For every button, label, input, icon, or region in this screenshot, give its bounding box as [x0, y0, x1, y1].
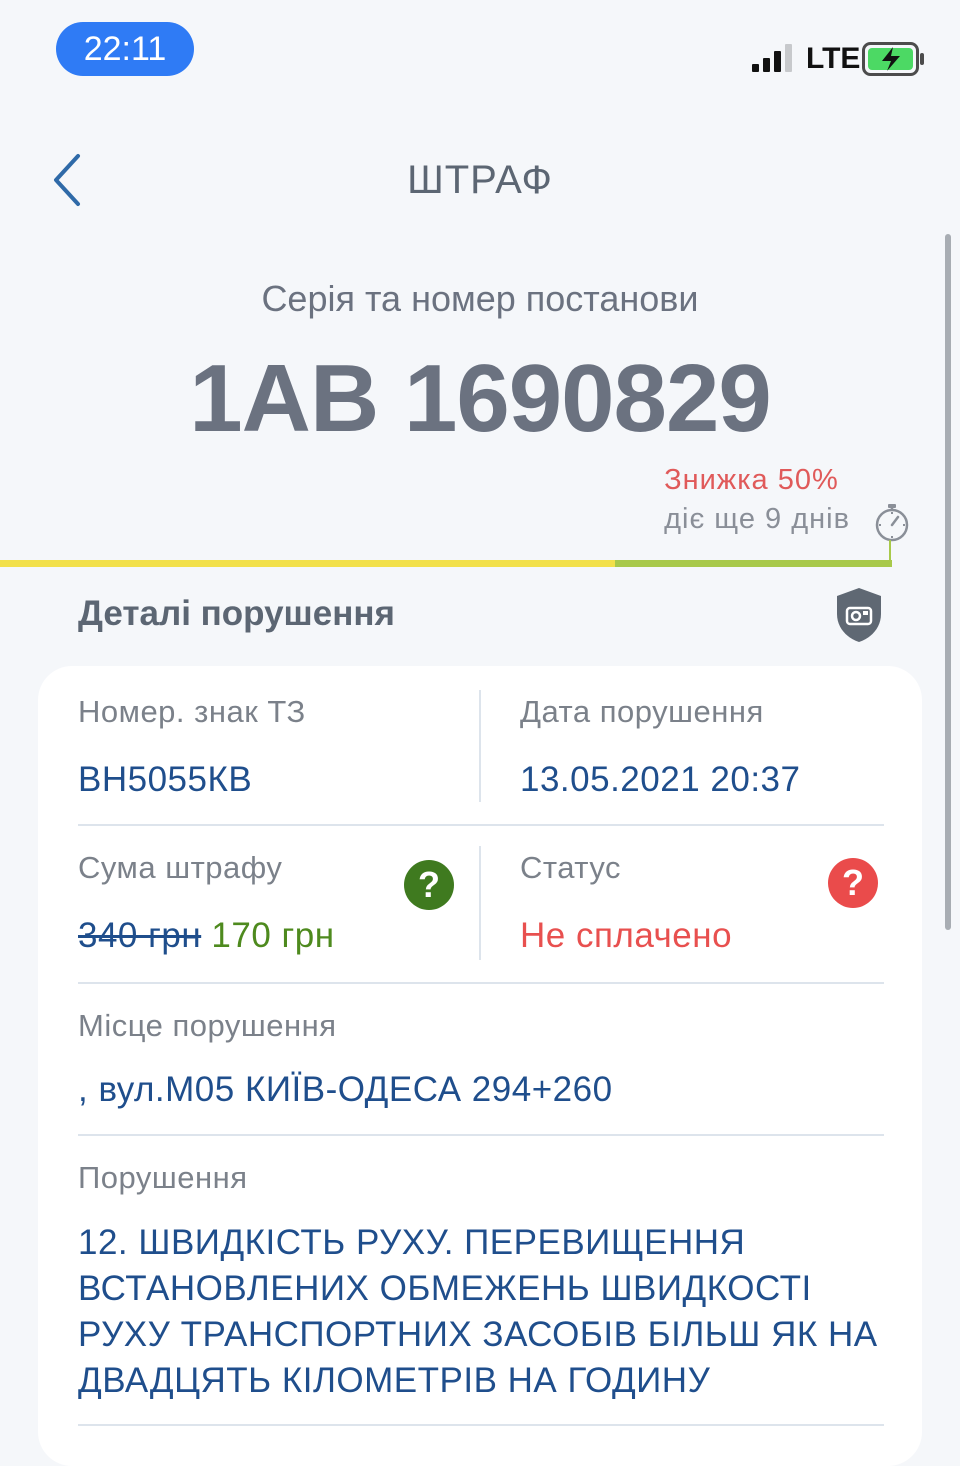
status-bar: 22:11 LTE — [0, 0, 960, 100]
location-label: Місце порушення — [78, 1008, 337, 1043]
violation-value: 12. ШВИДКІСТЬ РУХУ. ПЕРЕВИЩЕННЯ ВСТАНОВЛ… — [78, 1223, 878, 1400]
fine-new-price: 170 грн — [211, 916, 335, 955]
plate-value: ВН5055КВ — [78, 760, 253, 799]
stopwatch-icon — [875, 504, 909, 542]
fine-help-icon[interactable]: ? — [404, 860, 454, 910]
signal-icon — [752, 44, 792, 72]
details-card: Номер. знак ТЗ ВН5055КВ Дата порушення 1… — [38, 666, 922, 1466]
plate-label: Номер. знак ТЗ — [78, 694, 306, 729]
violation-label: Порушення — [78, 1160, 248, 1195]
fine-amount: 340 грн 170 грн — [78, 916, 335, 956]
nav-bar: ШТРАФ — [0, 120, 960, 240]
fine-old-price: 340 грн — [78, 916, 202, 955]
location-value: , вул.М05 КИЇВ-ОДЕСА 294+260 — [78, 1070, 613, 1109]
series-label: Серія та номер постанови — [261, 278, 699, 319]
section-title: Деталі порушення — [78, 594, 395, 633]
date-label: Дата порушення — [520, 694, 764, 729]
discount-progress-fill — [0, 560, 616, 567]
row-divider — [78, 1424, 884, 1426]
camera-shield-icon[interactable] — [834, 586, 884, 644]
series-number: 1AB 1690829 — [189, 345, 771, 452]
column-divider — [479, 846, 481, 960]
fine-label: Сума штрафу — [78, 850, 283, 885]
discount-progress-bar — [0, 560, 892, 567]
date-value: 13.05.2021 20:37 — [520, 760, 801, 799]
status-help-icon[interactable]: ? — [828, 858, 878, 908]
network-type: LTE — [806, 42, 861, 75]
status-time: 22:11 — [56, 22, 194, 76]
row-divider — [78, 1134, 884, 1136]
row-divider — [78, 982, 884, 984]
discount-info: Знижка 50% діє ще 9 днів — [664, 464, 850, 536]
battery-charging-icon — [862, 42, 924, 76]
status-value: Не сплачено — [520, 916, 733, 955]
scrollbar[interactable] — [945, 234, 951, 930]
discount-days-left: діє ще 9 днів — [664, 503, 850, 535]
discount-label: Знижка 50% — [664, 464, 839, 496]
status-label: Статус — [520, 850, 621, 885]
page-title: ШТРАФ — [407, 158, 553, 202]
column-divider — [479, 690, 481, 802]
row-divider — [78, 824, 884, 826]
